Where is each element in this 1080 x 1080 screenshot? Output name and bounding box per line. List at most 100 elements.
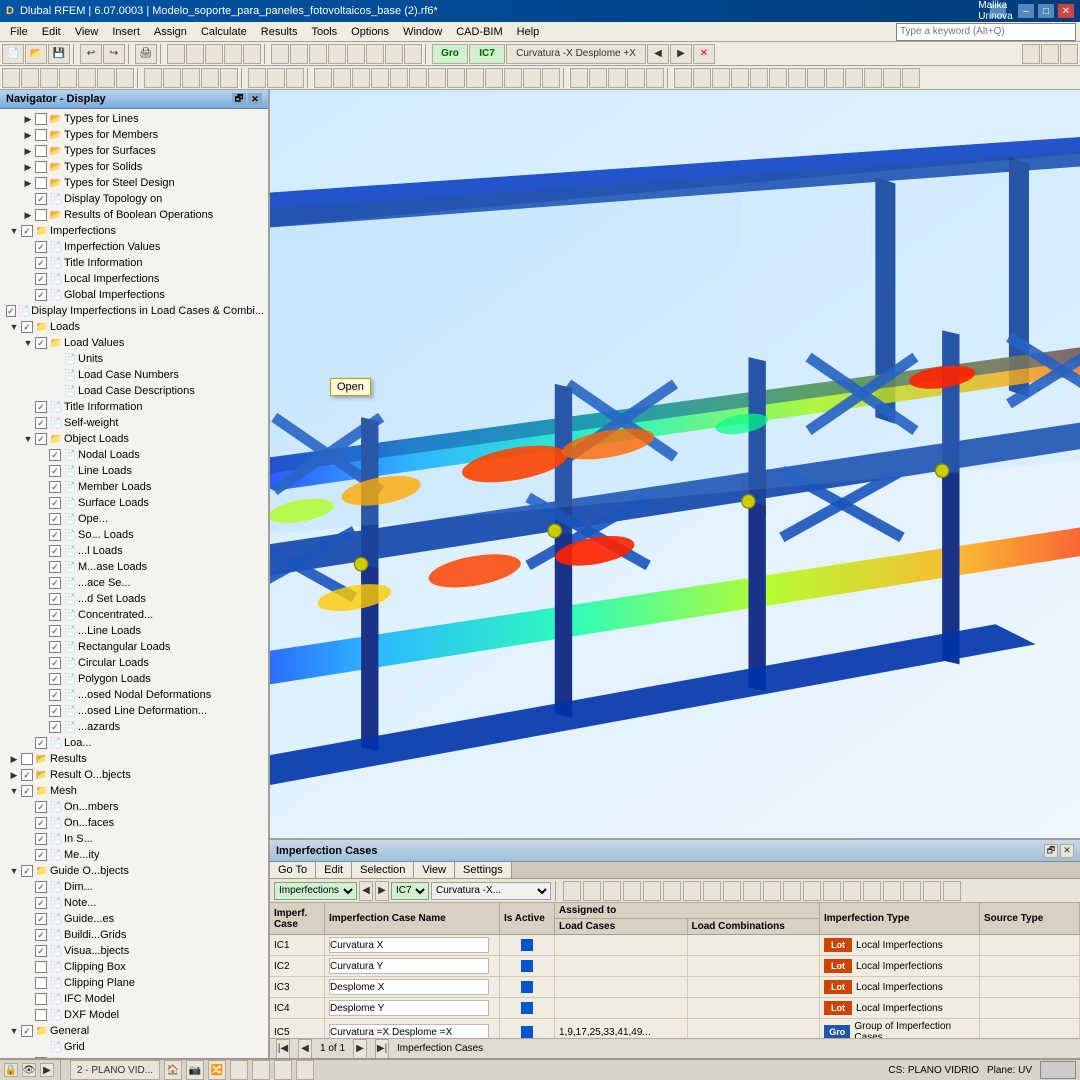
tree-item-50[interactable]: 📄Guide...es — [2, 911, 266, 927]
tree-check-10[interactable] — [35, 273, 47, 285]
tree-item-23[interactable]: 📄Member Loads — [2, 479, 266, 495]
tree-check-2[interactable] — [35, 145, 47, 157]
menu-insert[interactable]: Insert — [106, 24, 146, 40]
tree-check-11[interactable] — [35, 289, 47, 301]
tree-item-1[interactable]: ▶📂Types for Members — [2, 127, 266, 143]
name-input-IC5[interactable] — [329, 1024, 489, 1038]
tree-check-47[interactable] — [21, 865, 33, 877]
tree-arrow-14[interactable]: ▼ — [22, 337, 34, 349]
tree-arrow-57[interactable]: ▼ — [8, 1025, 20, 1037]
tree-item-54[interactable]: 📄Clipping Plane — [2, 975, 266, 991]
tb2-5[interactable] — [78, 68, 96, 88]
tb-btn-b5[interactable] — [347, 44, 365, 64]
panel-tb-14[interactable] — [823, 881, 841, 901]
tree-check-24[interactable] — [49, 497, 61, 509]
tb-x-btn[interactable]: ✕ — [693, 44, 715, 64]
tree-check-25[interactable] — [49, 513, 61, 525]
panel-tb-8[interactable] — [703, 881, 721, 901]
menu-cad-bim[interactable]: CAD-BIM — [450, 24, 508, 40]
tb2-20[interactable] — [390, 68, 408, 88]
tb-btn-b8[interactable] — [404, 44, 422, 64]
panel-restore-btn[interactable]: 🗗 — [1044, 844, 1058, 858]
tree-check-26[interactable] — [49, 529, 61, 541]
tree-check-6[interactable] — [35, 209, 47, 221]
tree-check-1[interactable] — [35, 129, 47, 141]
tree-item-49[interactable]: 📄Note... — [2, 895, 266, 911]
tree-check-14[interactable] — [35, 337, 47, 349]
menu-edit[interactable]: Edit — [36, 24, 67, 40]
tb2-4[interactable] — [59, 68, 77, 88]
panel-tb-9[interactable] — [723, 881, 741, 901]
tb-right-3[interactable] — [1060, 44, 1078, 64]
tb2-41[interactable] — [807, 68, 825, 88]
tree-item-12[interactable]: 📄Display Imperfections in Load Cases & C… — [2, 303, 266, 319]
tb2-32[interactable] — [627, 68, 645, 88]
viewport-canvas[interactable]: Open — [270, 90, 1080, 838]
nav-close-button[interactable]: ✕ — [248, 93, 262, 105]
tree-check-34[interactable] — [49, 657, 61, 669]
tree-check-49[interactable] — [35, 897, 47, 909]
ic7-dropdown[interactable]: IC7 — [469, 44, 505, 64]
table-row-IC1[interactable]: IC1LotLocal Imperfections — [270, 935, 1080, 956]
panel-tb-2[interactable] — [583, 881, 601, 901]
tree-arrow-41[interactable]: ▶ — [8, 769, 20, 781]
tree-check-55[interactable] — [35, 993, 47, 1005]
sb-view-icon-5[interactable] — [252, 1060, 270, 1080]
tree-item-46[interactable]: 📄Me...ity — [2, 847, 266, 863]
name-input-IC2[interactable] — [329, 958, 489, 974]
tree-check-32[interactable] — [49, 625, 61, 637]
tree-item-40[interactable]: ▶📂Results — [2, 751, 266, 767]
open-button[interactable]: 📂 — [25, 44, 47, 64]
tb2-27[interactable] — [523, 68, 541, 88]
tree-item-14[interactable]: ▼📁Load Values — [2, 335, 266, 351]
tree-arrow-42[interactable]: ▼ — [8, 785, 20, 797]
tree-item-26[interactable]: 📄So... Loads — [2, 527, 266, 543]
tb2-11[interactable] — [201, 68, 219, 88]
tb2-46[interactable] — [902, 68, 920, 88]
tb2-44[interactable] — [864, 68, 882, 88]
imperfections-dropdown[interactable]: Imperfections — [274, 882, 357, 900]
panel-tb-18[interactable] — [903, 881, 921, 901]
tb-btn-a4[interactable] — [224, 44, 242, 64]
name-input-IC4[interactable] — [329, 1000, 489, 1016]
tree-arrow-20[interactable]: ▼ — [22, 433, 34, 445]
panel-tb-10[interactable] — [743, 881, 761, 901]
sb-view-icon-4[interactable] — [230, 1060, 248, 1080]
tb-btn-a5[interactable] — [243, 44, 261, 64]
tree-check-44[interactable] — [35, 817, 47, 829]
tb2-15[interactable] — [286, 68, 304, 88]
tab-goto[interactable]: Go To — [270, 862, 316, 878]
tree-check-21[interactable] — [49, 449, 61, 461]
save-button[interactable]: 💾 — [48, 44, 70, 64]
tree-item-57[interactable]: ▼📁General — [2, 1023, 266, 1039]
tree-item-39[interactable]: 📄Loa... — [2, 735, 266, 751]
tb2-18[interactable] — [352, 68, 370, 88]
tab-view[interactable]: View — [414, 862, 455, 878]
tb-btn-a2[interactable] — [186, 44, 204, 64]
tree-check-51[interactable] — [35, 929, 47, 941]
sb-view-icon-1[interactable]: 🏠 — [164, 1060, 182, 1080]
tree-check-27[interactable] — [49, 545, 61, 557]
tree-check-12[interactable] — [6, 305, 16, 317]
menu-file[interactable]: File — [4, 24, 34, 40]
table-row-IC2[interactable]: IC2LotLocal Imperfections — [270, 956, 1080, 977]
panel-tb-prev[interactable]: ◀ — [359, 881, 373, 901]
tree-check-39[interactable] — [35, 737, 47, 749]
tree-item-3[interactable]: ▶📂Types for Solids — [2, 159, 266, 175]
tree-item-9[interactable]: 📄Title Information — [2, 255, 266, 271]
tab-edit[interactable]: Edit — [316, 862, 352, 878]
tree-item-29[interactable]: 📄...ace Se... — [2, 575, 266, 591]
tree-check-0[interactable] — [35, 113, 47, 125]
tb2-35[interactable] — [693, 68, 711, 88]
tb2-12[interactable] — [220, 68, 238, 88]
sb-view-icon-2[interactable]: 📷 — [186, 1060, 204, 1080]
tree-item-37[interactable]: 📄...osed Line Deformation... — [2, 703, 266, 719]
table-row-IC4[interactable]: IC4LotLocal Imperfections — [270, 998, 1080, 1019]
tree-item-44[interactable]: 📄On...faces — [2, 815, 266, 831]
minimize-button[interactable]: – — [1018, 4, 1034, 18]
tree-item-45[interactable]: 📄In S... — [2, 831, 266, 847]
sb-eye-btn[interactable]: 👁 — [22, 1063, 36, 1077]
tb2-13[interactable] — [248, 68, 266, 88]
tree-check-36[interactable] — [49, 689, 61, 701]
tb2-26[interactable] — [504, 68, 522, 88]
